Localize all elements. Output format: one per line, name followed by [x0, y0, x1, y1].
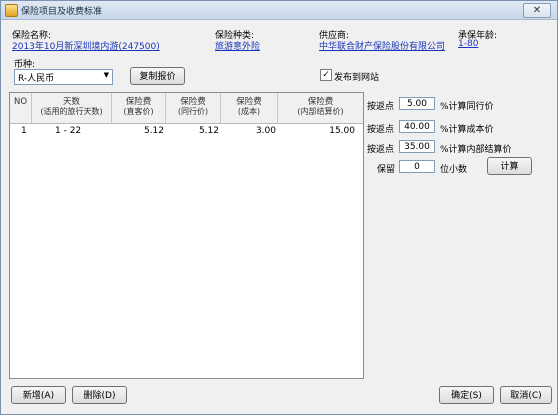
- rebate-internal-suffix: %计算内部结算价: [440, 145, 512, 155]
- rebate-peer-label: 按返点: [367, 102, 395, 112]
- rebate-cost-suffix: %计算成本价: [440, 125, 494, 135]
- insurance-name-link[interactable]: 2013年10月新深圳境内游(247500): [12, 39, 160, 52]
- column-header-no[interactable]: NO: [10, 93, 32, 123]
- dialog-body: 保险名称: 2013年10月新深圳境内游(247500) 保险种类: 旅游意外险…: [6, 22, 552, 409]
- column-header-internal-price[interactable]: 保险费 (内部结算价): [278, 93, 363, 123]
- delete-button[interactable]: 删除(D): [72, 386, 127, 404]
- cancel-button[interactable]: 取消(C): [500, 386, 552, 404]
- age-link[interactable]: 1-80: [458, 39, 478, 49]
- checkmark-icon: ✓: [322, 70, 330, 80]
- cell-direct-price: 5.12: [143, 126, 164, 136]
- rebate-peer-input[interactable]: 5.00: [399, 97, 435, 110]
- cell-peer-price: 5.12: [198, 126, 219, 136]
- publish-label: 发布到网站: [334, 73, 380, 83]
- window-title: 保险项目及收费标准: [21, 7, 103, 17]
- decimals-input[interactable]: 0: [399, 160, 435, 173]
- price-table[interactable]: NO 天数 (适用的旅行天数) 保险费 (直客价) 保险费 (同行价) 保险费 (成本)…: [9, 92, 364, 379]
- rebate-internal-input[interactable]: 35.00: [399, 140, 435, 153]
- insurance-dialog: 保险项目及收费标准 ✕ 保险名称: 2013年10月新深圳境内游(247500)…: [0, 0, 558, 415]
- table-header: NO 天数 (适用的旅行天数) 保险费 (直客价) 保险费 (同行价) 保险费 (成本)…: [10, 93, 363, 124]
- cell-days: 1 - 22: [55, 126, 82, 136]
- add-button[interactable]: 新增(A): [11, 386, 66, 404]
- chevron-down-icon: ▼: [103, 71, 109, 79]
- copy-price-button[interactable]: 复制报价: [130, 67, 185, 85]
- decimals-label: 保留: [377, 165, 396, 175]
- calculate-button[interactable]: 计算: [487, 157, 532, 175]
- ok-button[interactable]: 确定(S): [439, 386, 494, 404]
- decimals-suffix: 位小数: [440, 165, 468, 175]
- close-button[interactable]: ✕: [523, 3, 551, 18]
- rebate-cost-input[interactable]: 40.00: [399, 120, 435, 133]
- currency-select[interactable]: R-人民币 ▼: [14, 69, 113, 85]
- app-icon: [5, 4, 18, 17]
- rebate-cost-label: 按返点: [367, 125, 395, 135]
- column-header-cost[interactable]: 保险费 (成本): [221, 93, 278, 123]
- cell-cost: 3.00: [255, 126, 276, 136]
- column-header-direct-price[interactable]: 保险费 (直客价): [112, 93, 166, 123]
- currency-select-value: R-人民币: [18, 74, 55, 84]
- publish-checkbox[interactable]: ✓: [320, 69, 332, 81]
- rebate-internal-label: 按返点: [367, 145, 395, 155]
- insurance-type-link[interactable]: 旅游意外险: [215, 39, 260, 52]
- cell-no: 1: [21, 126, 27, 136]
- column-header-peer-price[interactable]: 保险费 (同行价): [166, 93, 221, 123]
- cell-internal-price: 15.00: [329, 126, 355, 136]
- rebate-peer-suffix: %计算同行价: [440, 102, 494, 112]
- column-header-days[interactable]: 天数 (适用的旅行天数): [32, 93, 112, 123]
- title-bar: 保险项目及收费标准 ✕: [1, 1, 557, 20]
- supplier-link[interactable]: 中华联合财产保险股份有限公司: [319, 39, 445, 52]
